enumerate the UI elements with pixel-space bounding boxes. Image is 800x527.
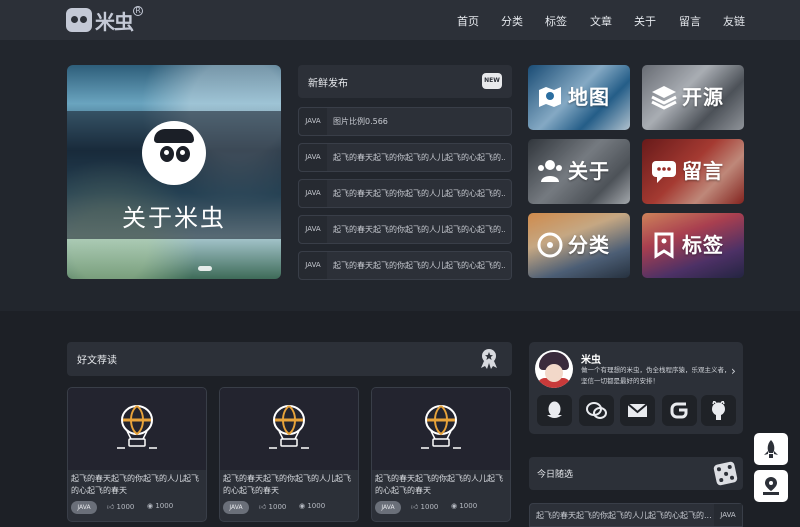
tile-label: 分类	[568, 233, 610, 257]
chevron-right-icon[interactable]: ›	[731, 364, 736, 378]
card-image	[372, 388, 510, 470]
view-count: ◉ 1000	[147, 502, 174, 510]
location-icon	[763, 477, 779, 495]
tile-label: 开源	[682, 85, 724, 109]
daily-title: 今日随选	[537, 470, 574, 480]
news-tag: JAVA	[299, 180, 327, 207]
category-icon	[537, 232, 563, 258]
news-text: 起飞的春天起飞的你起飞的人儿起飞的心起飞的...	[333, 189, 505, 198]
like-count: 👍︎ 1000	[107, 503, 135, 511]
tile-tags[interactable]: 标签	[642, 213, 744, 278]
hot-air-balloon-icon	[269, 405, 309, 449]
hot-air-balloon-icon	[117, 405, 157, 449]
card-tag[interactable]: JAVA	[375, 501, 401, 514]
news-item[interactable]: JAVA 起飞的春天起飞的你起飞的人儿起飞的心起飞的...	[298, 143, 512, 172]
card-tag[interactable]: JAVA	[71, 501, 97, 514]
author-profile: 米虫 做一个有理想的米虫，伪全栈程序猿，乐观主义者，坚信一切都是最好的安排！ ›	[529, 342, 743, 434]
news-item[interactable]: JAVA 起飞的春天起飞的你起飞的人儿起飞的心起飞的...	[298, 251, 512, 280]
tile-label: 地图	[568, 85, 610, 109]
card-image	[68, 388, 206, 470]
layers-icon	[651, 86, 677, 110]
hot-air-balloon-icon	[421, 405, 461, 449]
card-meta: JAVA 👍︎ 1000 ◉ 1000	[375, 501, 509, 515]
wechat-icon[interactable]	[579, 395, 614, 426]
like-count: 👍︎ 1000	[259, 503, 287, 511]
thumbs-up-icon: 👍︎	[259, 503, 269, 511]
view-count: ◉ 1000	[299, 502, 326, 510]
rocket-icon	[764, 440, 778, 458]
news-header: 新鲜发布 NEW	[298, 65, 512, 98]
mascot-icon	[142, 121, 206, 185]
award-icon	[481, 349, 497, 369]
card-meta: JAVA 👍︎ 1000 ◉ 1000	[71, 501, 205, 515]
location-button[interactable]	[754, 470, 788, 502]
tile-open-source[interactable]: 开源	[642, 65, 744, 130]
github-icon[interactable]	[701, 395, 736, 426]
recommend-header: 好文荐读	[67, 342, 512, 376]
mail-icon[interactable]	[620, 395, 655, 426]
card-title: 起飞的春天起飞的你起飞的人儿起飞的心起飞的春天	[223, 474, 351, 495]
tile-about[interactable]: 关于	[528, 139, 630, 204]
back-to-top-button[interactable]	[754, 433, 788, 465]
gitee-icon[interactable]	[662, 395, 697, 426]
card-tag[interactable]: JAVA	[223, 501, 249, 514]
tag-icon	[654, 232, 674, 259]
dice-icon[interactable]	[713, 461, 738, 486]
card-title: 起飞的春天起飞的你起飞的人儿起飞的心起飞的春天	[71, 474, 199, 495]
nav-item-home[interactable]: 首页	[457, 13, 479, 29]
author-name: 米虫	[581, 355, 601, 366]
chat-icon	[652, 161, 676, 183]
news-title: 新鲜发布	[308, 78, 348, 89]
tile-messages[interactable]: 留言	[642, 139, 744, 204]
news-item[interactable]: JAVA 起飞的春天起飞的你起飞的人儿起飞的心起飞的...	[298, 215, 512, 244]
news-text: 图片比例0.566	[333, 117, 388, 126]
daily-tag: JAVA	[714, 504, 742, 526]
tile-category[interactable]: 分类	[528, 213, 630, 278]
author-bio: 做一个有理想的米虫，伪全栈程序猿，乐观主义者，坚信一切都是最好的安排！	[581, 366, 731, 385]
daily-text: 起飞的春天起飞的你起飞的人儿起飞的心起飞的...	[536, 511, 712, 520]
main-nav: 首页 分类 标签 文章 关于 留言 友链	[0, 13, 800, 29]
users-icon	[538, 160, 562, 182]
news-tag: JAVA	[299, 144, 327, 171]
card-title: 起飞的春天起飞的你起飞的人儿起飞的心起飞的春天	[375, 474, 503, 495]
hero-carousel[interactable]: 关于米虫	[67, 65, 281, 279]
news-tag: JAVA	[299, 108, 327, 135]
news-text: 起飞的春天起飞的你起飞的人儿起飞的心起飞的...	[333, 153, 505, 162]
nav-item-about[interactable]: 关于	[634, 13, 656, 29]
avatar[interactable]	[535, 350, 573, 388]
like-count: 👍︎ 1000	[411, 503, 439, 511]
new-badge-icon: NEW	[482, 73, 502, 89]
news-item[interactable]: JAVA 图片比例0.566	[298, 107, 512, 136]
news-tag: JAVA	[299, 252, 327, 279]
card-image	[220, 388, 358, 470]
article-card[interactable]: 起飞的春天起飞的你起飞的人儿起飞的心起飞的春天 JAVA 👍︎ 1000 ◉ 1…	[219, 387, 359, 522]
tile-label: 关于	[568, 159, 610, 183]
article-card[interactable]: 起飞的春天起飞的你起飞的人儿起飞的心起飞的春天 JAVA 👍︎ 1000 ◉ 1…	[67, 387, 207, 522]
top-nav-bar: 米虫 R 首页 分类 标签 文章 关于 留言 友链	[0, 0, 800, 40]
tile-map[interactable]: 地图	[528, 65, 630, 130]
tile-label: 标签	[682, 233, 724, 257]
qq-icon[interactable]	[537, 395, 572, 426]
card-meta: JAVA 👍︎ 1000 ◉ 1000	[223, 501, 357, 515]
news-item[interactable]: JAVA 起飞的春天起飞的你起飞的人儿起飞的心起飞的...	[298, 179, 512, 208]
nav-item-links[interactable]: 友链	[723, 13, 745, 29]
nav-item-tags[interactable]: 标签	[545, 13, 567, 29]
news-text: 起飞的春天起飞的你起飞的人儿起飞的心起飞的...	[333, 261, 505, 270]
tile-label: 留言	[682, 159, 724, 183]
nav-item-articles[interactable]: 文章	[590, 13, 612, 29]
nav-item-messages[interactable]: 留言	[679, 13, 701, 29]
daily-header: 今日随选	[529, 457, 743, 490]
hero-title: 关于米虫	[122, 204, 226, 232]
thumbs-up-icon: 👍︎	[107, 503, 117, 511]
carousel-indicator[interactable]	[198, 266, 212, 271]
article-card[interactable]: 起飞的春天起飞的你起飞的人儿起飞的心起飞的春天 JAVA 👍︎ 1000 ◉ 1…	[371, 387, 511, 522]
thumbs-up-icon: 👍︎	[411, 503, 421, 511]
nav-item-category[interactable]: 分类	[501, 13, 523, 29]
news-tag: JAVA	[299, 216, 327, 243]
daily-item[interactable]: 起飞的春天起飞的你起飞的人儿起飞的心起飞的... JAVA	[529, 503, 743, 527]
news-text: 起飞的春天起飞的你起飞的人儿起飞的心起飞的...	[333, 225, 505, 234]
map-icon	[539, 87, 561, 107]
view-count: ◉ 1000	[451, 502, 478, 510]
recommend-title: 好文荐读	[77, 355, 117, 367]
